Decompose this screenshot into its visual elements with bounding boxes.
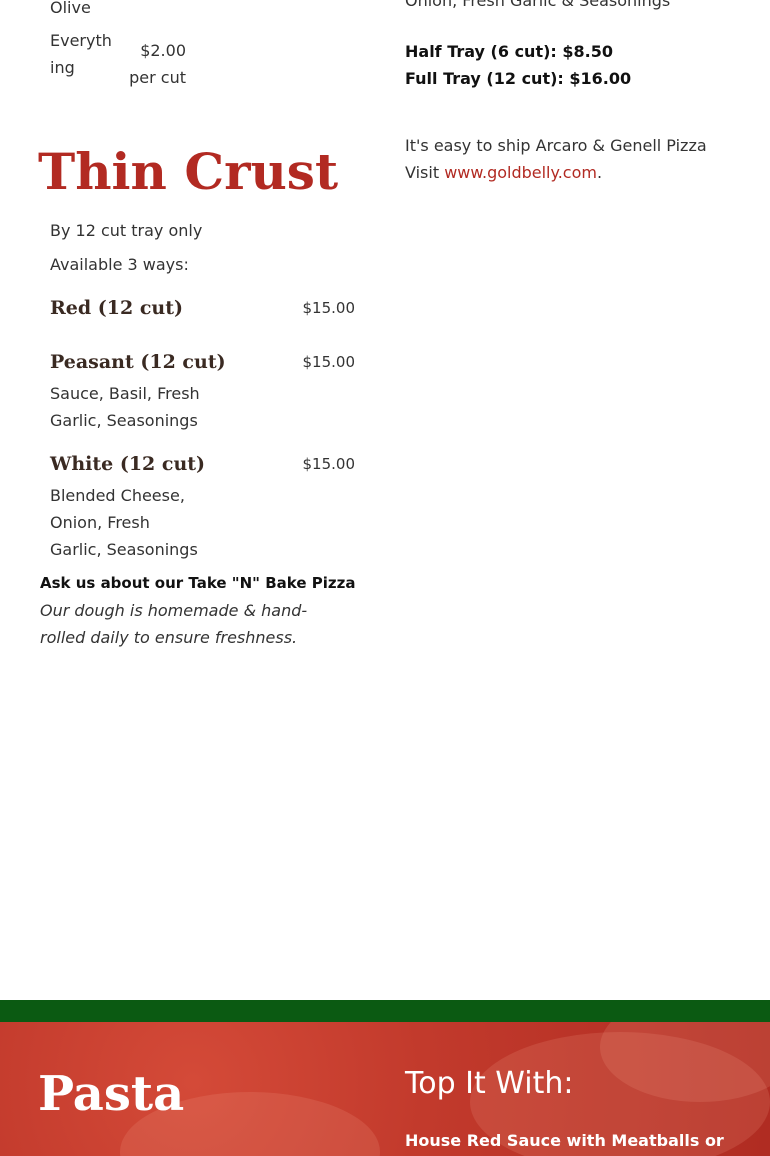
half-tray-price: Half Tray (6 cut): $8.50: [405, 42, 613, 61]
menu-item-white-desc: Blended Cheese, Onion, Fresh Garlic, Sea…: [50, 486, 198, 559]
menu-item-red-price: $15.00: [302, 299, 356, 317]
ship-text: It's easy to ship Arcaro & Genell Pizza: [405, 136, 707, 155]
goldbelly-link[interactable]: www.goldbelly.com: [444, 163, 597, 182]
everything-item-price: $2.00 per cut: [129, 41, 186, 87]
top-it-first-line: House Red Sauce with Meatballs or: [405, 1131, 724, 1150]
green-divider-band: [0, 1000, 770, 1022]
menu-item-peasant-name: Peasant (12 cut): [50, 351, 226, 373]
visit-suffix: .: [596, 163, 603, 182]
menu-item-peasant-desc: Sauce, Basil, Fresh Garlic, Seasonings: [50, 384, 200, 430]
menu-item-white-price: $15.00: [302, 455, 356, 473]
thin-crust-title: Thin Crust: [38, 142, 339, 201]
thin-crust-subtitle-ways: Available 3 ways:: [50, 255, 189, 274]
menu-item-red-name: Red (12 cut): [50, 297, 183, 319]
full-tray-price: Full Tray (12 cut): $16.00: [405, 69, 632, 88]
menu-item-white-name: White (12 cut): [50, 453, 206, 475]
everything-item-name: Everything: [50, 31, 112, 77]
ingredients-partial-text: Onion, Fresh Garlic & Seasonings: [405, 0, 671, 10]
olive-item-name: Olive: [50, 0, 91, 17]
visit-line: Visit www.goldbelly.com.: [405, 159, 745, 186]
top-it-with-title: Top It With:: [405, 1066, 574, 1101]
menu-item-peasant-price: $15.00: [302, 353, 356, 371]
thin-crust-subtitle-tray: By 12 cut tray only: [50, 221, 203, 240]
visit-prefix: Visit: [405, 163, 445, 182]
take-n-bake-note: Ask us about our Take "N" Bake Pizza: [40, 574, 356, 592]
dough-note: Our dough is homemade & hand-rolled dail…: [40, 601, 308, 647]
pasta-title: Pasta: [38, 1066, 185, 1122]
